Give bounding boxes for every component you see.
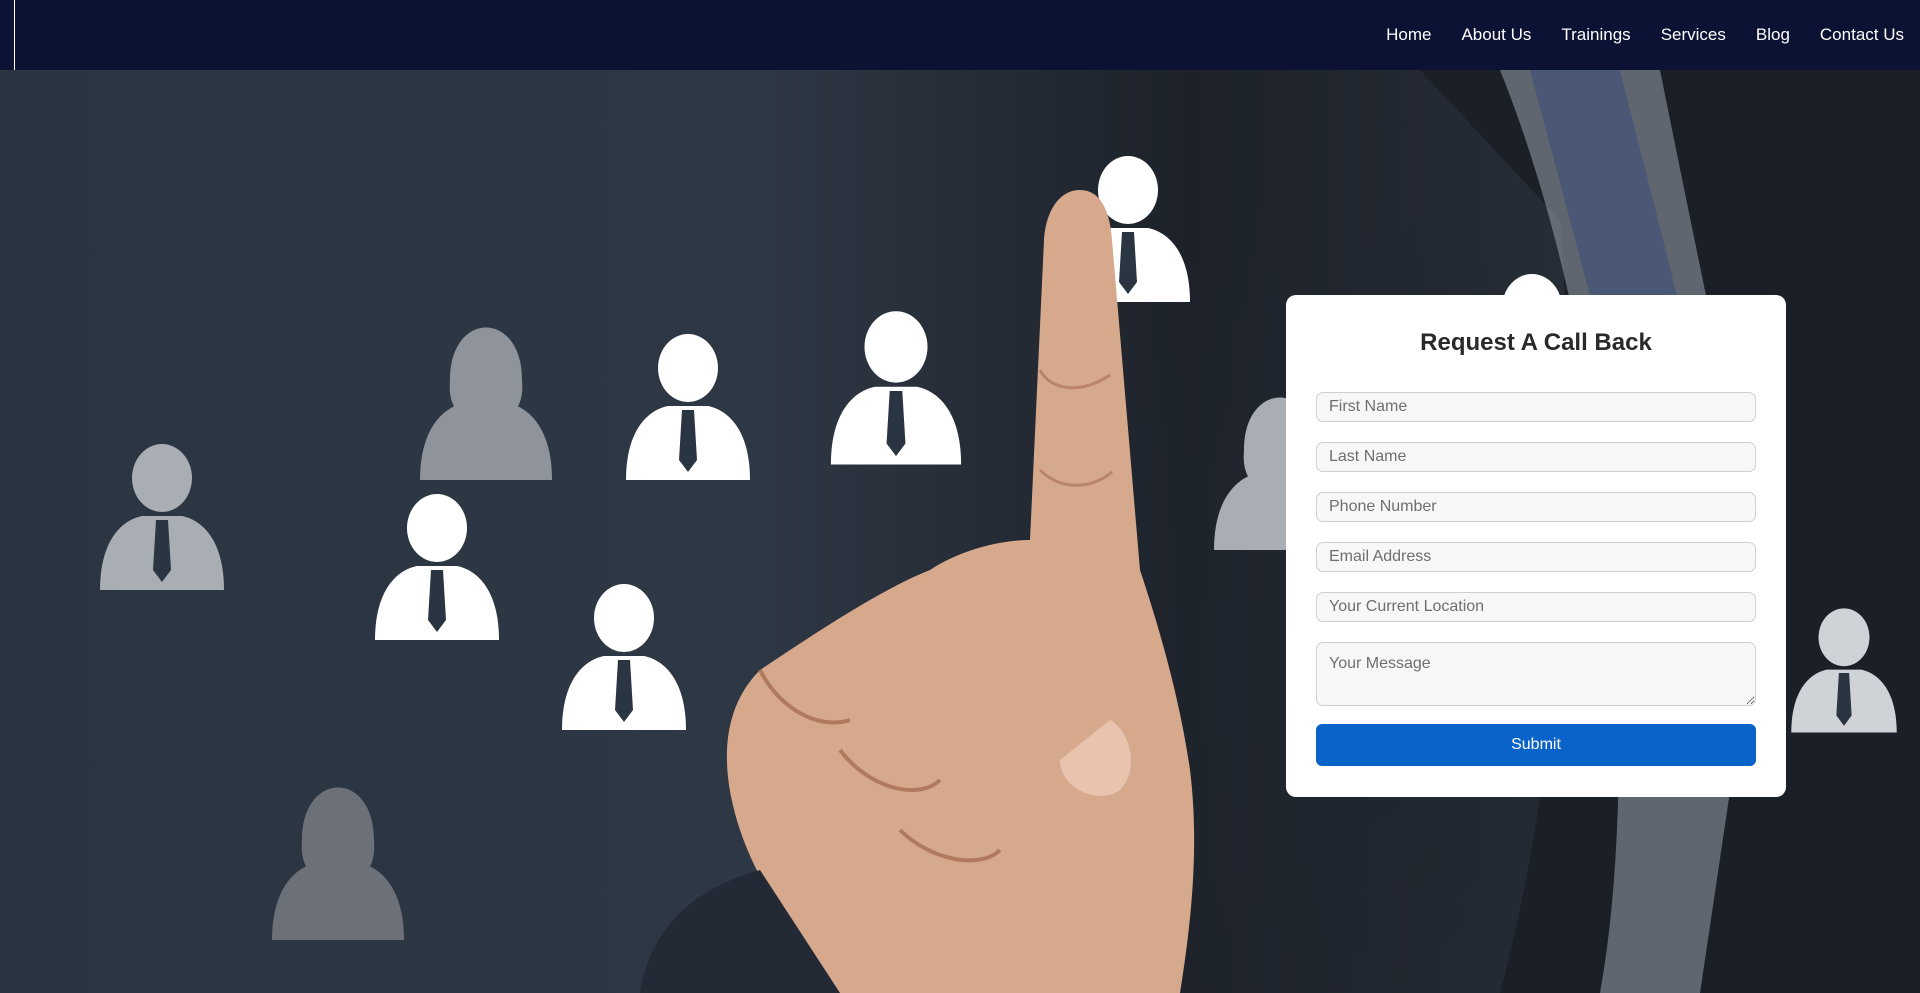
logo-divider [14, 0, 15, 70]
pointing-hand-image [640, 190, 1195, 993]
first-name-input[interactable] [1316, 392, 1756, 422]
email-address-input[interactable] [1316, 542, 1756, 572]
nav-link-about-us[interactable]: About Us [1461, 25, 1531, 44]
message-textarea[interactable] [1316, 642, 1756, 706]
last-name-input[interactable] [1316, 442, 1756, 472]
request-callback-form: Request A Call Back Submit [1286, 295, 1786, 797]
nav-link-services[interactable]: Services [1661, 25, 1726, 44]
nav-link-contact-us[interactable]: Contact Us [1820, 25, 1904, 44]
current-location-input[interactable] [1316, 592, 1756, 622]
nav-link-home[interactable]: Home [1386, 25, 1431, 44]
nav-link-trainings[interactable]: Trainings [1561, 25, 1630, 44]
top-navbar: Home About Us Trainings Services Blog Co… [0, 0, 1920, 70]
nav-link-blog[interactable]: Blog [1756, 25, 1790, 44]
phone-number-input[interactable] [1316, 492, 1756, 522]
person-icon-left [100, 444, 224, 590]
nav-links: Home About Us Trainings Services Blog Co… [1356, 0, 1904, 70]
form-title: Request A Call Back [1420, 329, 1652, 356]
submit-button[interactable]: Submit [1316, 724, 1756, 766]
